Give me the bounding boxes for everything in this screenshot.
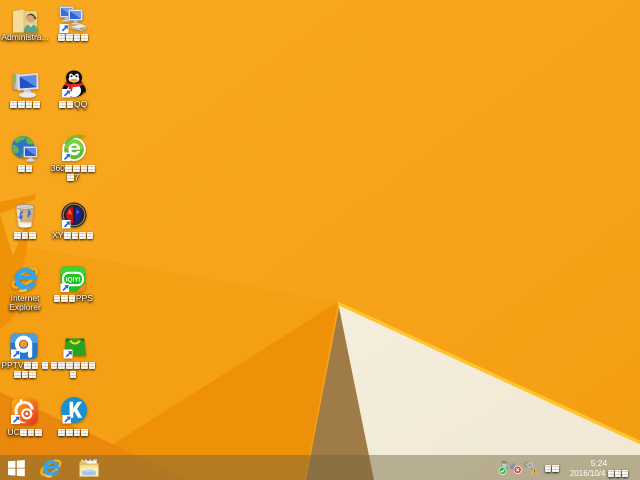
- svg-text:iQIYI: iQIYI: [66, 277, 81, 284]
